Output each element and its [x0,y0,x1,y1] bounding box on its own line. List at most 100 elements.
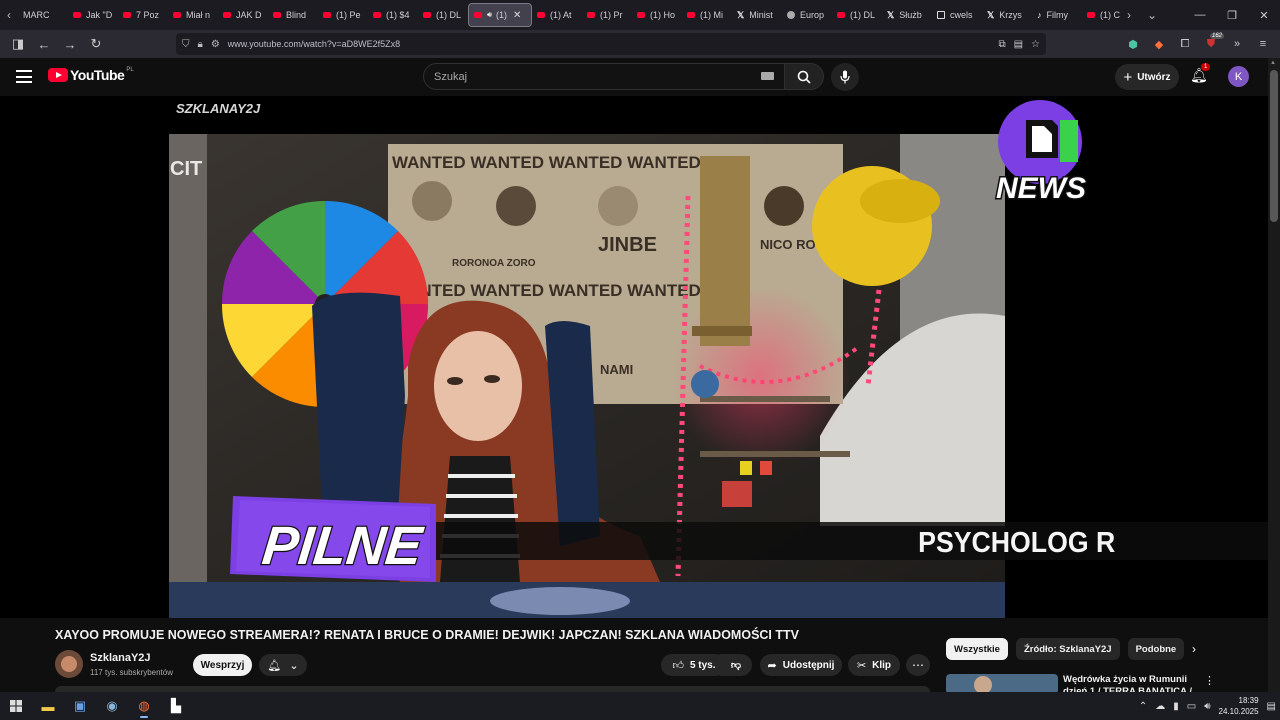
channel-avatar[interactable] [55,650,83,678]
tab-audio-icon[interactable]: 🔊︎ [487,10,492,20]
vpn-shield-icon[interactable]: ⬢ [1124,33,1142,55]
browser-tab[interactable]: (1) C [1082,0,1120,30]
like-button[interactable]: 👍︎ 5 tys. [661,654,727,676]
fox-extension-icon[interactable]: ◆ [1150,33,1168,55]
recommended-more-icon[interactable]: ⋮ [1204,674,1215,687]
browser-tab[interactable]: JAK D [218,0,268,30]
browser-tab[interactable]: (1) $4 [368,0,418,30]
app-tile-icon[interactable]: ▙ [160,692,192,720]
browser-tab[interactable]: (1) Pe [318,0,368,30]
file-explorer-icon[interactable]: ▬ [32,692,64,720]
guide-menu-icon[interactable] [16,70,32,83]
clock-time: 18:39 [1238,696,1259,705]
browser-tab-label: (1) At [550,10,572,20]
browser-tab[interactable]: (1) At [532,0,582,30]
browser-tab[interactable]: 𝕏 Minist [732,0,782,30]
firefox-icon[interactable]: ◍ [128,692,160,720]
browser-tab[interactable]: (1) DL [832,0,882,30]
browser-tab[interactable]: Miał n [168,0,218,30]
computer-app-icon[interactable]: ▣ [64,692,96,720]
subscription-notifications-button[interactable]: 🔔︎ ⌄ [259,654,307,676]
browser-tab[interactable]: (1) DL [418,0,468,30]
recommended-video-title[interactable]: Wędrówka życia w Rumunii dzień 1 / TERRA… [1063,674,1193,694]
tray-overflow-icon[interactable]: ⌃ [1139,701,1147,712]
close-tab-icon[interactable]: ✕ [513,10,521,21]
search-input[interactable]: Szukaj [423,63,785,90]
browser-tab[interactable]: 🔊︎ (1) ✕ [468,3,532,27]
recommended-video-thumbnail[interactable] [946,674,1058,694]
cloud-icon[interactable]: ☁ [1155,701,1165,712]
browser-tab[interactable]: Jak "D [68,0,118,30]
picture-in-picture-icon[interactable]: ⧉ [998,39,1005,50]
keyboard-icon[interactable] [761,72,774,80]
permissions-icon[interactable]: ⚙ [211,39,220,50]
like-count: 5 tys. [689,659,716,671]
browser-tab[interactable]: (1) Ho [632,0,682,30]
list-all-tabs-icon[interactable]: ⌄ [1138,0,1166,30]
browser-tab[interactable]: (1) Mi [682,0,732,30]
windows-start-icon[interactable] [0,692,32,720]
reload-icon[interactable]: ↻ [84,32,108,56]
notifications-button[interactable]: 🔔︎ 1 [1190,63,1211,84]
support-button[interactable]: Wesprzyj [193,654,252,676]
bookmark-star-icon[interactable]: ☆ [1031,39,1040,50]
chips-next-icon[interactable]: › [1192,642,1196,656]
browser-tab[interactable]: 𝕏 Krzys [982,0,1032,30]
chip-related[interactable]: Podobne [1127,638,1185,660]
network-icon[interactable]: ▭ [1187,701,1196,712]
usb-icon[interactable]: ▮ [1173,701,1179,712]
breaking-banner-text: PILNE [260,516,427,576]
clip-button[interactable]: ✂ Klip [848,654,900,676]
ublock-icon[interactable]: ⛊ 162 [1202,33,1224,55]
tabs-scroll-left-icon[interactable]: ‹ [0,0,18,30]
create-button[interactable]: + Utwórz [1115,64,1179,90]
search-button[interactable] [784,63,824,90]
poster-wanted-mid: WANTED WANTED WANTED WANTED [392,281,701,300]
browser-tab[interactable]: ♪ Filmy [1032,0,1082,30]
browser-tab[interactable]: Europ [782,0,832,30]
address-bar[interactable]: ⛉ 🔒︎ ⚙ www.youtube.com/watch?v=aD8WE2f5Z… [176,33,1046,55]
tabs-scroll-right-icon[interactable]: › [1120,0,1138,30]
clip-label: Klip [872,659,892,671]
page-scrollbar[interactable]: ▲ [1268,58,1280,692]
notification-center-icon[interactable]: ▤ [1267,701,1276,712]
close-window-icon[interactable]: ✕ [1248,0,1280,30]
share-button[interactable]: ➦ Udostępnij [760,654,842,676]
voice-search-button[interactable] [831,63,859,91]
video-title: XAYOO PROMUJE NOWEGO STREAMERA!? RENATA … [55,628,799,642]
scroll-up-icon[interactable]: ▲ [1270,60,1276,66]
window-controls: — ❐ ✕ [1184,0,1280,30]
overflow-chevrons-icon[interactable]: » [1228,33,1246,55]
url-text[interactable]: www.youtube.com/watch?v=aD8WE2f5Zx8 [228,39,400,49]
reader-view-icon[interactable]: ▤ [1014,39,1023,50]
browser-tab[interactable]: 𝕏 Służb [882,0,932,30]
youtube-favicon-icon [837,12,845,18]
app-menu-icon[interactable]: ≡ [1254,33,1272,55]
browser-tab-label: (1) DL [850,10,876,20]
extensions-puzzle-icon[interactable]: ⧠ [1176,33,1194,55]
browser-tab[interactable]: Blind [268,0,318,30]
browser-tab[interactable]: MARC [18,0,68,30]
clock[interactable]: 18:39 24.10.2025 [1219,695,1259,717]
more-actions-icon[interactable]: ⋯ [906,654,930,676]
tracking-shield-icon[interactable]: ⛉ [182,39,190,50]
restore-icon[interactable]: ❐ [1216,0,1248,30]
minimize-icon[interactable]: — [1184,0,1216,30]
browser-tab[interactable]: 7 Poz [118,0,168,30]
chip-all[interactable]: Wszystkie [946,638,1008,660]
dislike-button[interactable]: 👎︎ [720,654,752,676]
scrollbar-thumb[interactable] [1270,70,1278,222]
chip-source-channel[interactable]: Źródło: SzklanaY2J [1015,638,1120,660]
sidebar-toggle-icon[interactable]: ◨ [6,32,30,56]
back-icon[interactable]: ← [32,32,56,56]
video-player[interactable]: SZKLANAY2J WANTED WANTED WANTED WANTED W… [0,96,1268,618]
browser-tab[interactable]: (1) Pr [582,0,632,30]
youtube-logo[interactable]: YouTube PL [48,67,134,83]
lock-icon[interactable]: 🔒︎ [198,39,203,50]
account-avatar[interactable]: K [1228,66,1249,87]
forward-icon[interactable]: → [58,32,82,56]
volume-icon[interactable]: 🔊︎ [1204,701,1210,712]
browser-tab[interactable]: cwels [932,0,982,30]
channel-name[interactable]: SzklanaY2J [90,652,151,664]
steam-icon[interactable]: ◉ [96,692,128,720]
